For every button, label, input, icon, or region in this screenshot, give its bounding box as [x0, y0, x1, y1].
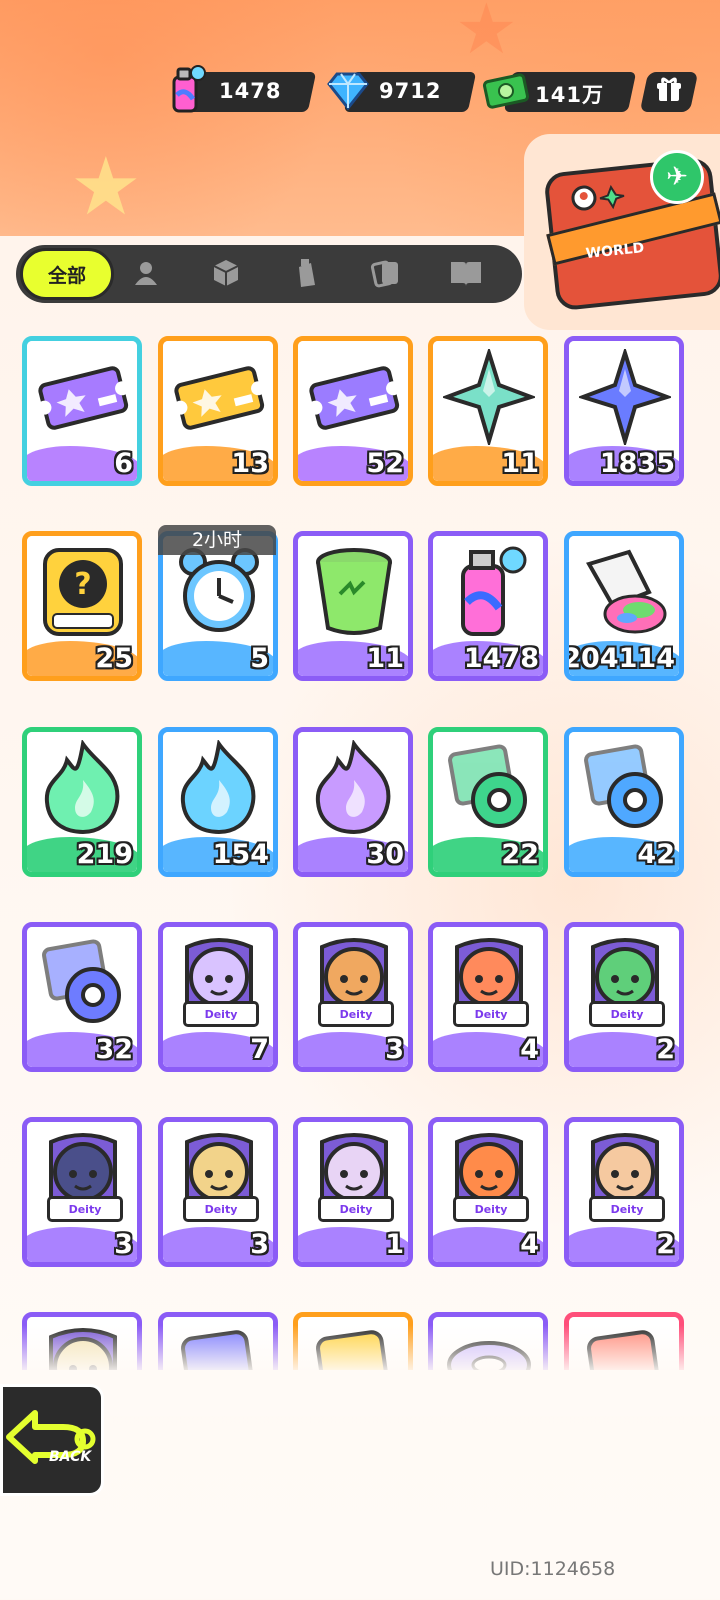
ticket-icon	[308, 349, 400, 445]
back-label: BACK	[49, 1449, 92, 1465]
item-count: 13	[231, 448, 269, 479]
item-card-purple-tape-roll[interactable]: 32	[22, 922, 142, 1072]
star-shard-icon	[443, 349, 535, 445]
item-grid: 6 13 52 11 1835? 25 5 2小时 11 1478 204114 219 154 30 22…	[0, 0, 720, 1370]
svg-text:?: ?	[74, 567, 91, 602]
deity-tag: Deity	[183, 1001, 259, 1027]
item-count: 52	[366, 448, 404, 479]
item-card-paint-tube[interactable]: 204114	[564, 531, 684, 681]
item-count: 3	[385, 1034, 404, 1065]
item-count: 7	[250, 1034, 269, 1065]
grid-fade	[0, 1325, 720, 1375]
item-card-spray-can[interactable]: 1478	[428, 531, 548, 681]
item-card-deity-card-2[interactable]: Deity 3	[293, 922, 413, 1072]
item-count: 219	[76, 839, 133, 870]
item-count: 25	[95, 643, 133, 674]
item-count: 11	[366, 643, 404, 674]
deity-tag: Deity	[183, 1196, 259, 1222]
deity-tag: Deity	[589, 1001, 665, 1027]
item-count: 30	[366, 839, 404, 870]
tape-roll-icon	[37, 935, 129, 1031]
deity-tag: Deity	[589, 1196, 665, 1222]
item-card-deity-card-7[interactable]: Deity 1	[293, 1117, 413, 1267]
item-card-gold-ticket[interactable]: 13	[158, 336, 278, 486]
item-count: 1835	[599, 448, 675, 479]
item-card-deity-card-6[interactable]: Deity 3	[158, 1117, 278, 1267]
item-count: 2	[656, 1229, 675, 1260]
item-count: 1	[385, 1229, 404, 1260]
item-count: 3	[114, 1229, 133, 1260]
item-card-purple-flame[interactable]: 30	[293, 727, 413, 877]
item-card-blue-flame[interactable]: 154	[158, 727, 278, 877]
item-card-deity-card-5[interactable]: Deity 3	[22, 1117, 142, 1267]
item-card-rainbow-star-shard[interactable]: 11	[428, 336, 548, 486]
item-card-blue-star-shard[interactable]: 1835	[564, 336, 684, 486]
deity-tag: Deity	[318, 1196, 394, 1222]
item-card-deity-mystery-card[interactable]: ? 25	[22, 531, 142, 681]
back-arrow-icon	[5, 1403, 101, 1477]
item-count: 22	[501, 839, 539, 870]
ticket-icon	[173, 349, 265, 445]
alarm-clock-icon	[173, 544, 265, 640]
item-card-violet-ticket[interactable]: 52	[293, 336, 413, 486]
item-count: 4	[520, 1034, 539, 1065]
item-count: 1478	[463, 643, 539, 674]
item-count: 3	[250, 1229, 269, 1260]
cup-icon	[308, 544, 400, 640]
item-count: 204114	[564, 643, 675, 674]
deity-tag: Deity	[453, 1001, 529, 1027]
deity-tag: Deity	[453, 1196, 529, 1222]
item-card-deity-card-9[interactable]: Deity 2	[564, 1117, 684, 1267]
item-count: 2	[656, 1034, 675, 1065]
star-shard-icon	[579, 349, 671, 445]
item-card-green-tape-roll[interactable]: 22	[428, 727, 548, 877]
question-card-icon: ?	[37, 544, 129, 640]
item-count: 32	[95, 1034, 133, 1065]
item-card-green-cup[interactable]: 11	[293, 531, 413, 681]
item-count: 42	[637, 839, 675, 870]
flame-icon	[37, 740, 129, 836]
spray-can-icon	[443, 544, 535, 640]
item-card-purple-ticket[interactable]: 6	[22, 336, 142, 486]
tape-roll-icon	[443, 740, 535, 836]
item-count: 5	[250, 643, 269, 674]
item-card-deity-card-3[interactable]: Deity 4	[428, 922, 548, 1072]
item-count: 154	[212, 839, 269, 870]
item-count: 11	[501, 448, 539, 479]
item-card-deity-card-8[interactable]: Deity 4	[428, 1117, 548, 1267]
paint-tube-icon	[579, 544, 671, 640]
tape-roll-icon	[579, 740, 671, 836]
item-card-deity-card-4[interactable]: Deity 2	[564, 922, 684, 1072]
flame-icon	[308, 740, 400, 836]
item-card-deity-card-1[interactable]: Deity 7	[158, 922, 278, 1072]
deity-tag: Deity	[47, 1196, 123, 1222]
uid-text: UID:1124658	[490, 1558, 616, 1580]
item-count: 4	[520, 1229, 539, 1260]
back-button[interactable]: BACK	[0, 1384, 104, 1496]
item-card-blue-tape-roll[interactable]: 42	[564, 727, 684, 877]
item-count: 6	[114, 448, 133, 479]
flame-icon	[173, 740, 265, 836]
deity-tag: Deity	[318, 1001, 394, 1027]
item-card-green-flame[interactable]: 219	[22, 727, 142, 877]
timer-badge: 2小时	[158, 525, 276, 555]
ticket-icon	[37, 349, 129, 445]
